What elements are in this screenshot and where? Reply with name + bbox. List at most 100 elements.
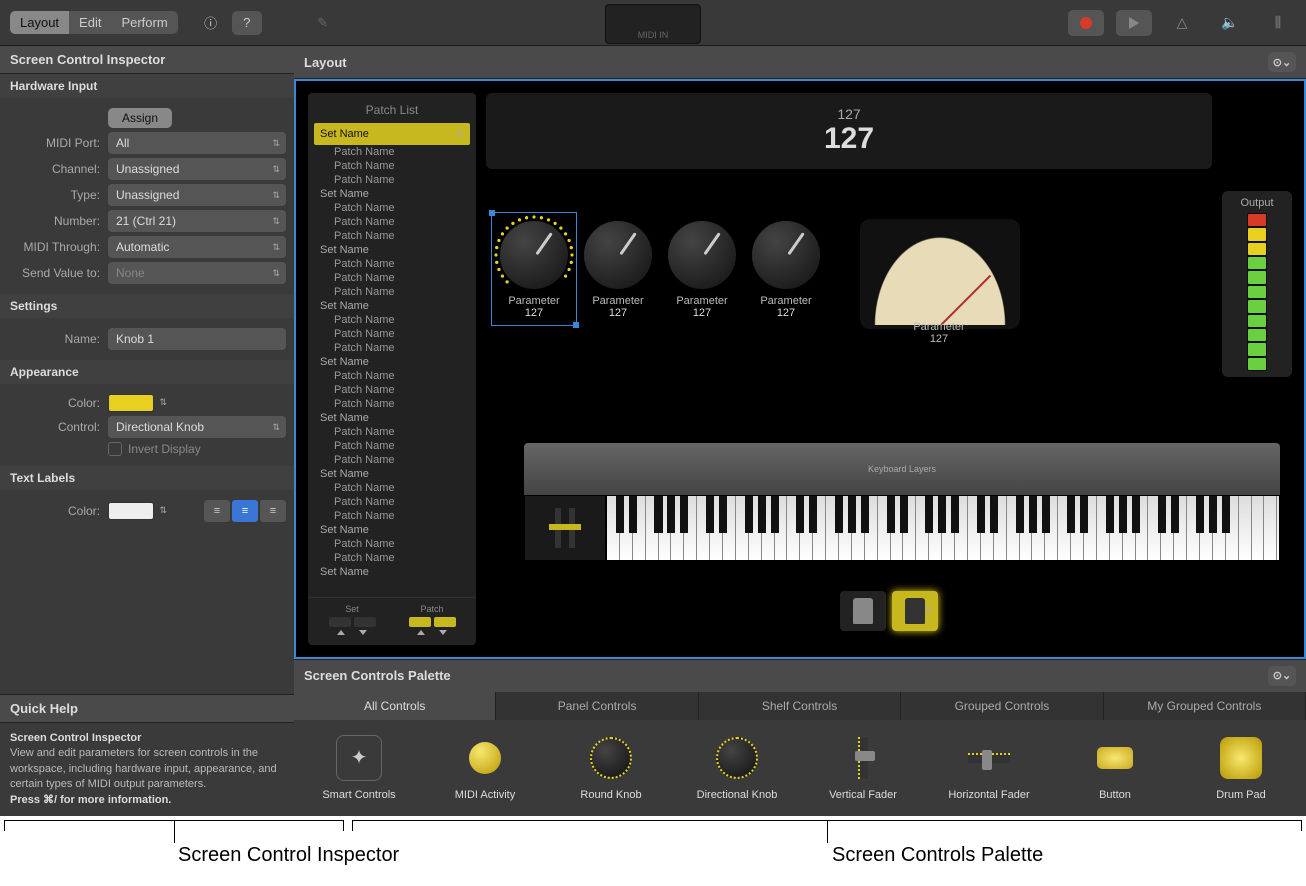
play-button[interactable] xyxy=(1116,10,1152,36)
patch-name-row[interactable]: Patch Name xyxy=(314,215,470,229)
patch-name-row[interactable]: Patch Name xyxy=(314,229,470,243)
patch-name-row[interactable]: Patch Name xyxy=(314,271,470,285)
mode-edit[interactable]: Edit xyxy=(69,11,111,34)
appearance-color-swatch[interactable] xyxy=(108,394,154,412)
patch-name-row[interactable]: Patch Name xyxy=(314,383,470,397)
keyboard-control[interactable]: Keyboard Layers xyxy=(524,443,1280,573)
mixer-icon[interactable]: ⫼ xyxy=(1260,10,1296,36)
palette-tab-4[interactable]: My Grouped Controls xyxy=(1104,692,1306,720)
send-value-to-select[interactable]: None xyxy=(108,262,286,284)
patch-name-row[interactable]: Patch Name xyxy=(314,481,470,495)
palette-tab-2[interactable]: Shelf Controls xyxy=(699,692,901,720)
patch-name-row[interactable]: Patch Name xyxy=(314,257,470,271)
set-name-row[interactable]: Set Name xyxy=(314,243,470,257)
set-name-row[interactable]: Set Name xyxy=(314,565,470,579)
channel-select[interactable]: Unassigned xyxy=(108,158,286,180)
palette-tab-3[interactable]: Grouped Controls xyxy=(901,692,1103,720)
palette-item-button[interactable]: Button xyxy=(1070,734,1160,802)
set-up-icon[interactable] xyxy=(337,630,345,635)
record-button[interactable] xyxy=(1068,10,1104,36)
patch-up-icon[interactable] xyxy=(417,630,425,635)
keyboard-keys[interactable] xyxy=(606,495,1280,561)
knob-3[interactable]: Parameter 127 xyxy=(666,219,738,319)
control-select[interactable]: Directional Knob xyxy=(108,416,286,438)
palette-tab-0[interactable]: All Controls xyxy=(294,692,496,720)
layout-more-button[interactable]: ⊙⌄ xyxy=(1268,52,1296,72)
mode-layout[interactable]: Layout xyxy=(10,11,69,34)
set-name-row[interactable]: Set Name xyxy=(314,299,470,313)
invert-checkbox[interactable] xyxy=(108,442,122,456)
palette-item-round-knob[interactable]: Round Knob xyxy=(566,734,656,802)
align-left-button[interactable]: ≡ xyxy=(204,500,230,522)
knob-value: 127 xyxy=(609,307,627,319)
patch-list-panel[interactable]: Patch List Set NamePatch NamePatch NameP… xyxy=(308,93,476,645)
help-icon[interactable]: ? xyxy=(232,11,262,35)
metronome-icon[interactable]: △ xyxy=(1164,10,1200,36)
output-meter[interactable]: Output xyxy=(1222,191,1292,377)
patch-btn-1[interactable] xyxy=(409,617,431,627)
align-center-button[interactable]: ≡ xyxy=(232,500,258,522)
patch-name-row[interactable]: Patch Name xyxy=(314,495,470,509)
palette-tab-1[interactable]: Panel Controls xyxy=(496,692,698,720)
patch-name-row[interactable]: Patch Name xyxy=(314,159,470,173)
pedal-1[interactable] xyxy=(840,591,886,631)
patch-name-row[interactable]: Patch Name xyxy=(314,285,470,299)
knob-2[interactable]: Parameter 127 xyxy=(582,219,654,319)
set-name-row[interactable]: Set Name xyxy=(314,523,470,537)
patch-name-row[interactable]: Patch Name xyxy=(314,369,470,383)
patch-name-row[interactable]: Patch Name xyxy=(314,439,470,453)
knob-value: 127 xyxy=(693,307,711,319)
tuner-icon[interactable]: ✎ xyxy=(308,11,338,35)
set-btn-1[interactable] xyxy=(329,617,351,627)
parameter-display[interactable]: 127 127 xyxy=(486,93,1212,169)
patch-name-row[interactable]: Patch Name xyxy=(314,145,470,159)
patch-btn-2[interactable] xyxy=(434,617,456,627)
patch-name-row[interactable]: Patch Name xyxy=(314,173,470,187)
patch-name-row[interactable]: Patch Name xyxy=(314,341,470,355)
patch-name-row[interactable]: Patch Name xyxy=(314,327,470,341)
set-name-row[interactable]: Set Name xyxy=(314,187,470,201)
pedal-2[interactable] xyxy=(892,591,938,631)
midi-through-select[interactable]: Automatic xyxy=(108,236,286,258)
patch-down-icon[interactable] xyxy=(439,630,447,635)
patch-name-row[interactable]: Patch Name xyxy=(314,509,470,523)
palette-item-vertical-fader[interactable]: Vertical Fader xyxy=(818,734,908,802)
palette-item-label: Button xyxy=(1099,788,1131,802)
set-name-row[interactable]: Set Name xyxy=(314,123,470,145)
keyboard-wheels[interactable] xyxy=(524,495,606,561)
number-select[interactable]: 21 (Ctrl 21) xyxy=(108,210,286,232)
patch-name-row[interactable]: Patch Name xyxy=(314,537,470,551)
type-select[interactable]: Unassigned xyxy=(108,184,286,206)
patch-name-row[interactable]: Patch Name xyxy=(314,313,470,327)
patch-name-row[interactable]: Patch Name xyxy=(314,397,470,411)
palette-item-horizontal-fader[interactable]: Horizontal Fader xyxy=(944,734,1034,802)
knob-4[interactable]: Parameter 127 xyxy=(750,219,822,319)
speaker-icon[interactable]: 🔈 xyxy=(1212,10,1248,36)
info-icon[interactable]: ⓘ xyxy=(196,11,226,35)
palette-item-drum-pad[interactable]: Drum Pad xyxy=(1196,734,1286,802)
palette-item-directional-knob[interactable]: Directional Knob xyxy=(692,734,782,802)
name-field[interactable]: Knob 1 xyxy=(108,328,286,350)
text-color-swatch[interactable] xyxy=(108,502,154,520)
midi-port-select[interactable]: All xyxy=(108,132,286,154)
set-name-row[interactable]: Set Name xyxy=(314,355,470,369)
set-name-row[interactable]: Set Name xyxy=(314,467,470,481)
mode-perform[interactable]: Perform xyxy=(111,11,177,34)
palette-more-button[interactable]: ⊙⌄ xyxy=(1268,666,1296,686)
mode-segmented: Layout Edit Perform xyxy=(10,11,178,34)
assign-button[interactable]: Assign xyxy=(108,108,172,128)
patch-name-row[interactable]: Patch Name xyxy=(314,425,470,439)
patch-name-row[interactable]: Patch Name xyxy=(314,201,470,215)
vu-meter[interactable] xyxy=(860,219,1020,329)
align-right-button[interactable]: ≡ xyxy=(260,500,286,522)
palette-item-midi-activity[interactable]: MIDI Activity xyxy=(440,734,530,802)
knob-label: Parameter xyxy=(592,295,643,307)
palette-item-smart-controls[interactable]: ✦Smart Controls xyxy=(314,734,404,802)
patch-name-row[interactable]: Patch Name xyxy=(314,453,470,467)
set-btn-2[interactable] xyxy=(354,617,376,627)
set-down-icon[interactable] xyxy=(359,630,367,635)
set-name-row[interactable]: Set Name xyxy=(314,411,470,425)
patch-name-row[interactable]: Patch Name xyxy=(314,551,470,565)
palette-item-icon: ✦ xyxy=(335,734,383,782)
layout-canvas[interactable]: Patch List Set NamePatch NamePatch NameP… xyxy=(294,79,1306,659)
